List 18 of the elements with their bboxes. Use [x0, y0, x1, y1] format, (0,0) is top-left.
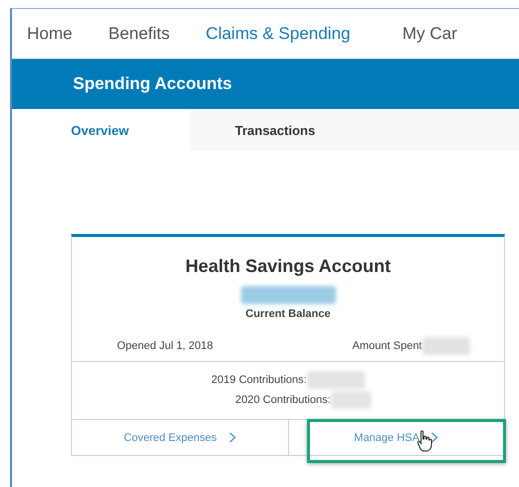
opened-date: Opened Jul 1, 2018	[117, 340, 214, 352]
redacted-value	[330, 391, 371, 409]
nav-link[interactable]: My Car	[402, 24, 458, 44]
balance-label: Current Balance	[246, 308, 330, 320]
contributions-label: 2020 Contributions:	[235, 394, 331, 406]
tab[interactable]: Overview	[26, 109, 190, 151]
redacted-value	[306, 371, 365, 389]
nav-link[interactable]: Benefits	[108, 24, 170, 44]
nav-link[interactable]: Claims & Spending	[206, 24, 350, 44]
chevron-right-icon	[431, 432, 438, 443]
tab[interactable]: Transactions	[190, 109, 354, 151]
redacted-value	[422, 337, 470, 355]
chevron-right-icon	[228, 432, 236, 443]
section-title: Spending Accounts	[73, 74, 232, 94]
card-title: Health Savings Account	[185, 256, 391, 277]
amount-spent-label: Amount Spent	[352, 340, 422, 352]
nav-link[interactable]: Home	[27, 24, 72, 44]
contributions-label: 2019 Contributions:	[211, 374, 307, 386]
